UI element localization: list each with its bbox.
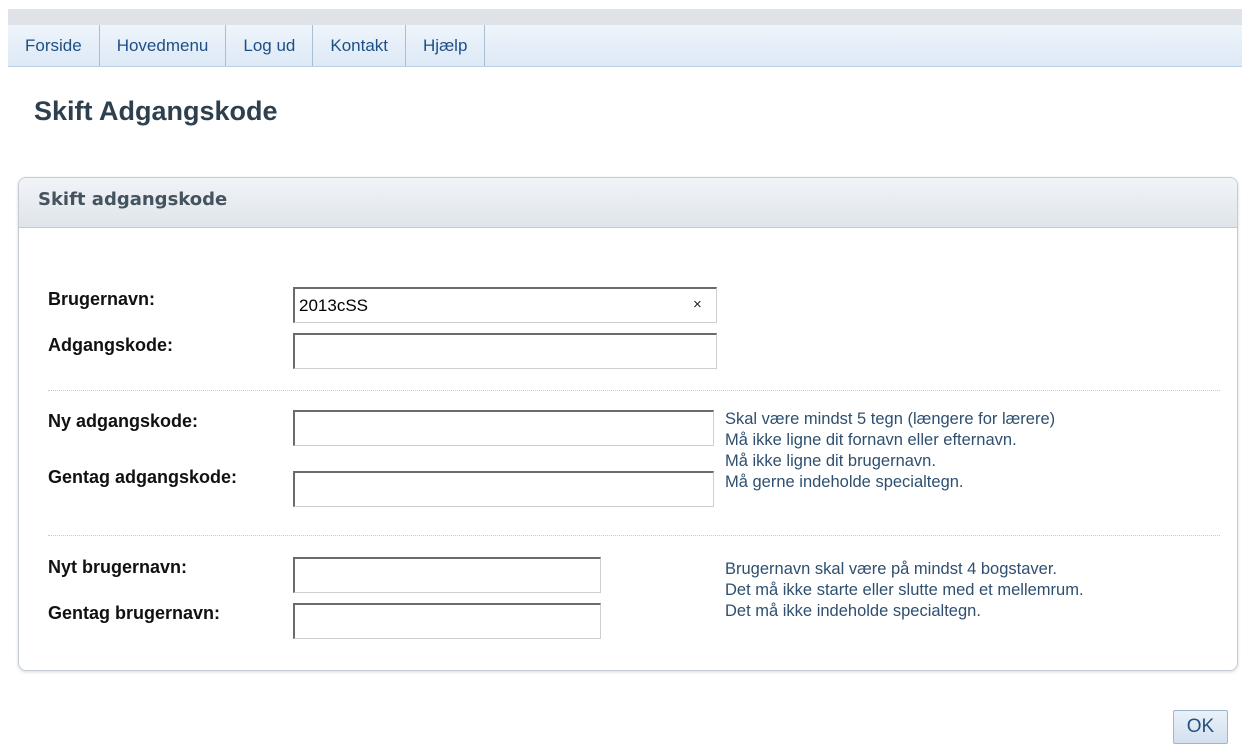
password-hints: Skal være mindst 5 tegn (længere for lær… — [725, 409, 1055, 493]
nav-item-kontakt[interactable]: Kontakt — [313, 25, 407, 66]
username-hint: Det må ikke indeholde specialtegn. — [725, 602, 981, 620]
password-hint: Må ikke ligne dit fornavn eller efternav… — [725, 431, 1017, 449]
new-username-label: Nyt brugernavn: — [48, 557, 188, 577]
new-password-input[interactable] — [293, 410, 714, 446]
top-navigation: Forside Hovedmenu Log ud Kontakt Hjælp — [8, 25, 1242, 67]
repeat-username-label: Gentag brugernavn: — [48, 603, 221, 623]
change-password-panel: Skift adgangskode Brugernavn: × Adgangsk… — [18, 177, 1238, 671]
password-label: Adgangskode: — [48, 335, 174, 355]
nav-item-forside[interactable]: Forside — [8, 25, 100, 66]
repeat-password-input[interactable] — [293, 471, 714, 507]
password-hint: Skal være mindst 5 tegn (længere for lær… — [725, 410, 1056, 428]
page-title: Skift Adgangskode — [34, 96, 278, 126]
username-hints: Brugernavn skal være på mindst 4 bogstav… — [725, 559, 1084, 622]
username-label: Brugernavn: — [48, 289, 156, 309]
top-strip — [8, 9, 1242, 25]
username-hint: Brugernavn skal være på mindst 4 bogstav… — [725, 560, 1058, 578]
new-username-input[interactable] — [293, 557, 601, 593]
nav-item-log-ud[interactable]: Log ud — [226, 25, 314, 66]
repeat-password-label: Gentag adgangskode: — [48, 467, 238, 487]
panel-title: Skift adgangskode — [38, 189, 228, 210]
repeat-username-input[interactable] — [293, 603, 601, 639]
ok-button[interactable]: OK — [1173, 710, 1228, 744]
section-divider — [48, 535, 1220, 536]
clear-icon[interactable]: × — [693, 296, 702, 314]
username-input[interactable] — [293, 287, 717, 323]
username-hint: Det må ikke starte eller slutte med et m… — [725, 581, 1084, 599]
new-password-label: Ny adgangskode: — [48, 411, 199, 431]
password-hint: Må ikke ligne dit brugernavn. — [725, 452, 936, 470]
nav-item-hjaelp[interactable]: Hjælp — [406, 25, 486, 66]
panel-header: Skift adgangskode — [19, 178, 1237, 228]
current-password-input[interactable] — [293, 333, 717, 369]
password-hint: Må gerne indeholde specialtegn. — [725, 473, 964, 491]
section-divider — [48, 390, 1220, 391]
nav-item-hovedmenu[interactable]: Hovedmenu — [100, 25, 227, 66]
